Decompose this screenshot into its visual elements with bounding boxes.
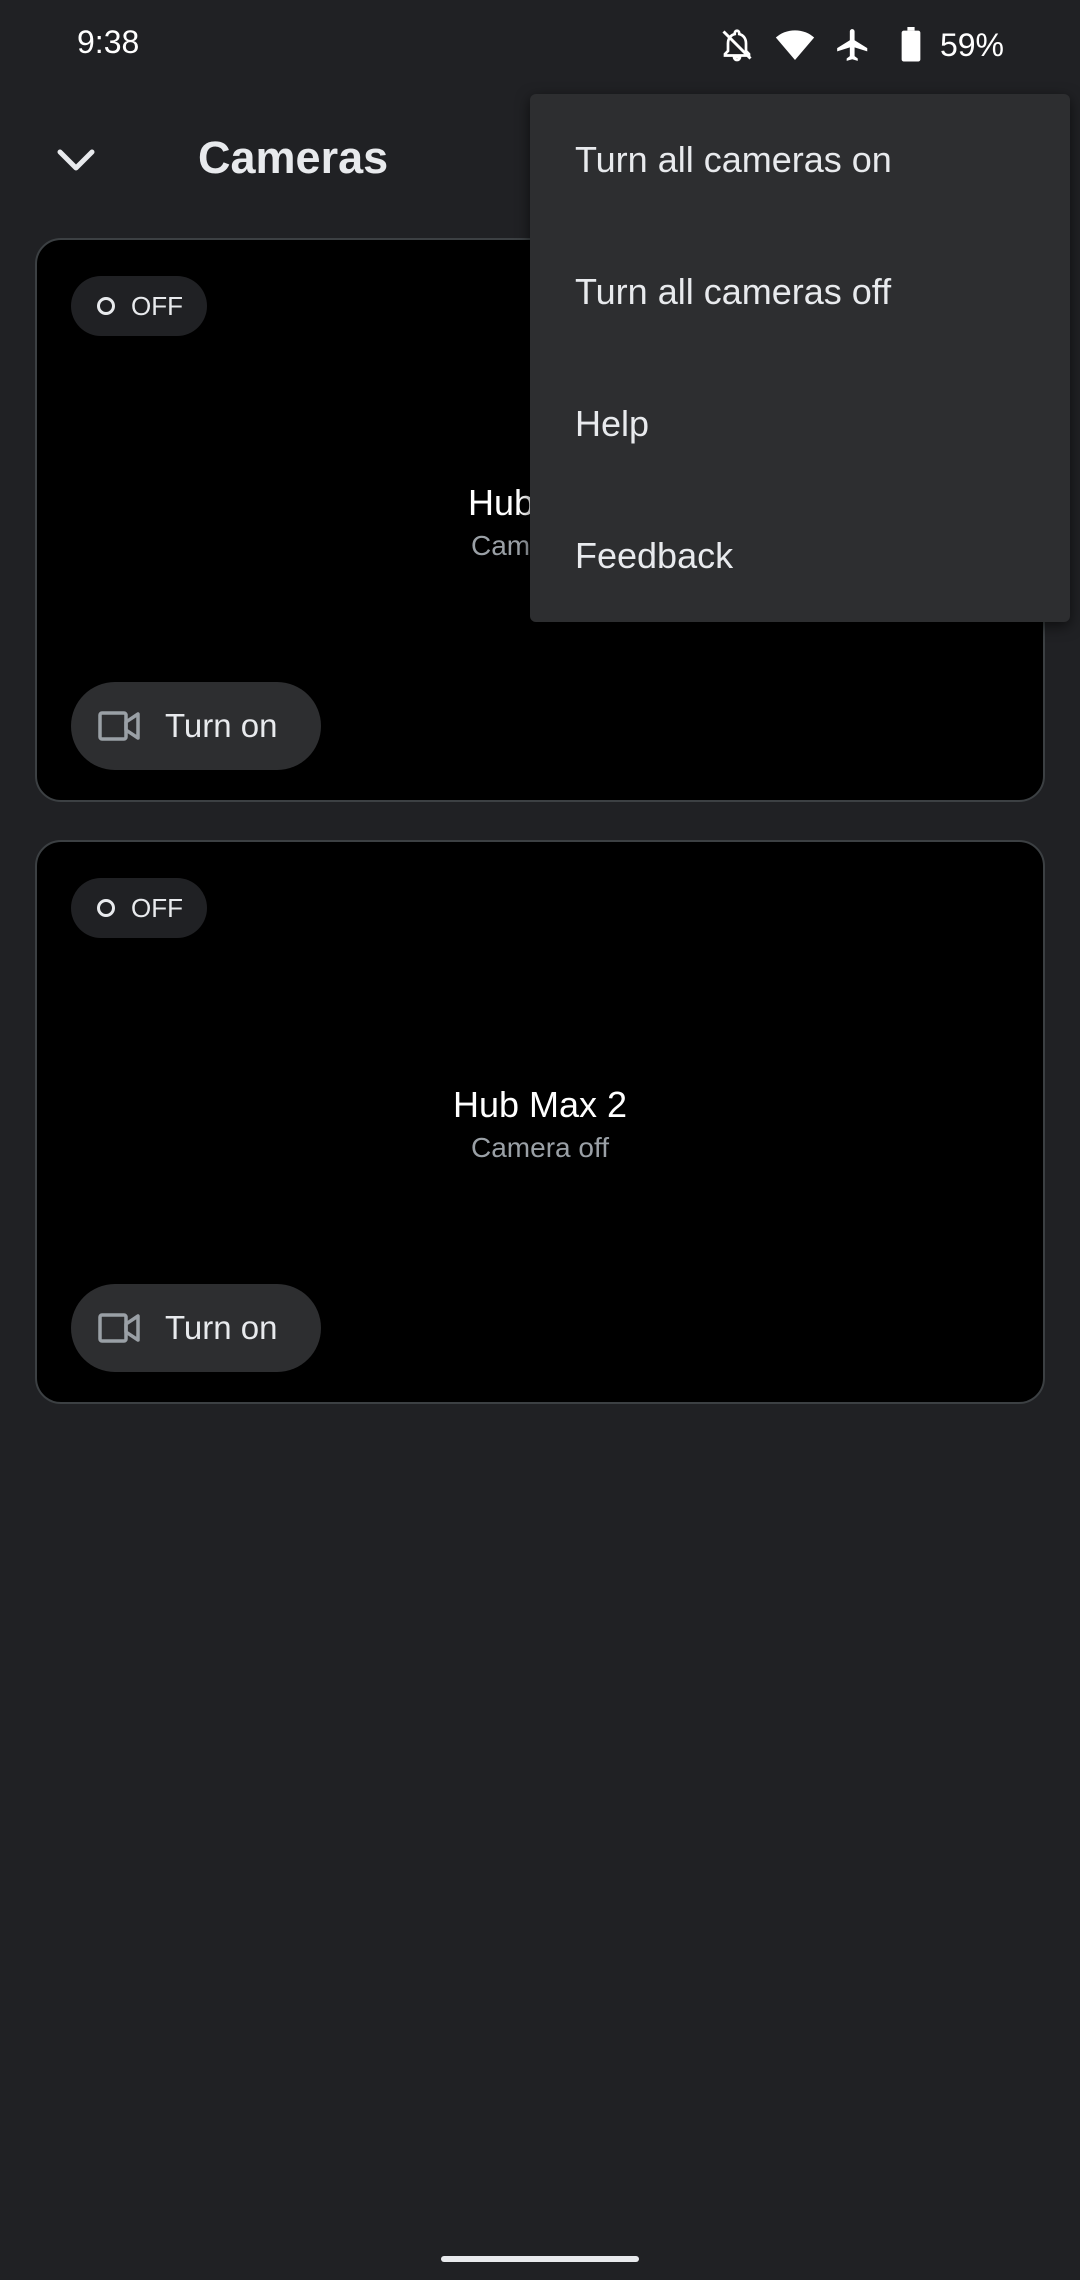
status-label: OFF <box>131 892 183 923</box>
menu-item-feedback[interactable]: Feedback <box>530 490 1070 622</box>
overflow-menu: Turn all cameras on Turn all cameras off… <box>530 94 1070 622</box>
status-dot-icon <box>97 899 115 917</box>
airplane-mode-icon <box>830 22 876 68</box>
chevron-down-icon <box>57 149 95 171</box>
camera-status-text: Camera off <box>471 1132 609 1163</box>
collapse-button[interactable] <box>44 128 108 192</box>
camera-card[interactable]: OFF Hub Max 2 Camera off Turn on <box>35 840 1045 1404</box>
menu-item-turn-all-off[interactable]: Turn all cameras off <box>530 226 1070 358</box>
videocam-icon <box>98 1313 140 1343</box>
turn-on-button[interactable]: Turn on <box>71 682 321 770</box>
status-time: 9:38 <box>77 24 140 60</box>
status-icons: 59% <box>702 22 1004 68</box>
status-badge: OFF <box>71 878 207 938</box>
turn-on-label: Turn on <box>165 1309 278 1346</box>
menu-item-turn-all-on[interactable]: Turn all cameras on <box>530 94 1070 226</box>
turn-on-button[interactable]: Turn on <box>71 1284 321 1372</box>
status-badge: OFF <box>71 276 207 336</box>
battery-icon <box>888 22 934 68</box>
status-bar: 9:38 59% <box>0 0 1080 90</box>
camera-name: Hub Max 2 <box>452 1084 628 1125</box>
gesture-nav-handle[interactable] <box>441 2256 639 2262</box>
notifications-off-icon <box>714 22 760 68</box>
status-label: OFF <box>131 290 183 321</box>
screen: 9:38 59% Cameras OFF Hub Camera Turn on … <box>0 0 1080 2280</box>
battery-percent: 59% <box>939 26 1004 63</box>
status-dot-icon <box>97 297 115 315</box>
menu-item-help[interactable]: Help <box>530 358 1070 490</box>
page-title: Cameras <box>198 132 389 183</box>
videocam-icon <box>98 711 140 741</box>
wifi-icon <box>772 22 818 68</box>
turn-on-label: Turn on <box>165 707 278 744</box>
